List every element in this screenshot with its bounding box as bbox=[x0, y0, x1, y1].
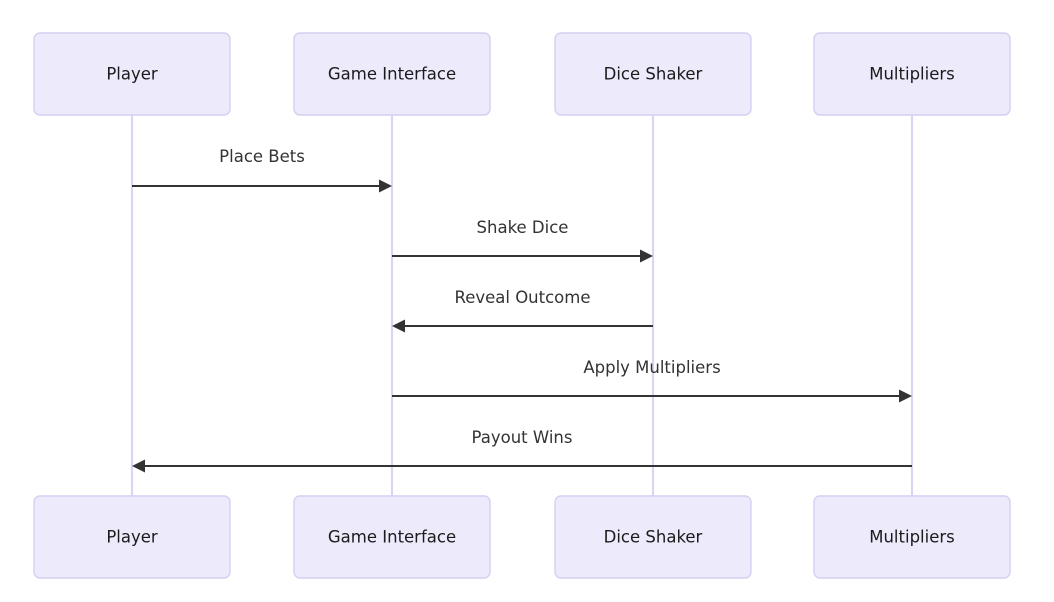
arrowhead-icon-shake-dice bbox=[640, 249, 653, 263]
arrowhead-icon-reveal-outcome bbox=[392, 319, 405, 333]
actor-label-dice-shaker-bottom: Dice Shaker bbox=[604, 528, 703, 547]
actor-game-interface-top[interactable]: Game Interface bbox=[293, 32, 491, 116]
arrowhead-icon-apply-multipliers bbox=[899, 389, 912, 403]
message-label-place-bets: Place Bets bbox=[219, 147, 305, 166]
actor-multipliers-top[interactable]: Multipliers bbox=[813, 32, 1011, 116]
actor-label-dice-shaker-top: Dice Shaker bbox=[604, 65, 703, 84]
message-label-shake-dice: Shake Dice bbox=[477, 218, 569, 237]
arrowhead-icon-place-bets bbox=[379, 179, 392, 193]
sequence-diagram-svg: Place Bets Shake Dice Reveal Outcome Apply … bbox=[33, 32, 1011, 579]
message-reveal-outcome[interactable]: Reveal Outcome bbox=[392, 288, 653, 333]
message-label-apply-multipliers: Apply Multipliers bbox=[583, 358, 720, 377]
actor-label-game-interface-top: Game Interface bbox=[328, 65, 456, 84]
arrowhead-icon-payout-wins bbox=[132, 459, 145, 473]
message-label-payout-wins: Payout Wins bbox=[472, 428, 573, 447]
actor-label-player-bottom: Player bbox=[106, 528, 158, 547]
message-label-reveal-outcome: Reveal Outcome bbox=[454, 288, 590, 307]
actor-label-multipliers-top: Multipliers bbox=[869, 65, 955, 84]
actor-label-multipliers-bottom: Multipliers bbox=[869, 528, 955, 547]
actor-game-interface-bottom[interactable]: Game Interface bbox=[293, 495, 491, 579]
actor-dice-shaker-top[interactable]: Dice Shaker bbox=[554, 32, 752, 116]
actor-player-top[interactable]: Player bbox=[33, 32, 231, 116]
actor-label-player-top: Player bbox=[106, 65, 158, 84]
actor-multipliers-bottom[interactable]: Multipliers bbox=[813, 495, 1011, 579]
actor-dice-shaker-bottom[interactable]: Dice Shaker bbox=[554, 495, 752, 579]
sequence-diagram-canvas: Place Bets Shake Dice Reveal Outcome Apply … bbox=[0, 0, 1054, 602]
message-payout-wins[interactable]: Payout Wins bbox=[132, 428, 912, 473]
message-shake-dice[interactable]: Shake Dice bbox=[392, 218, 653, 263]
messages-group: Place Bets Shake Dice Reveal Outcome Apply … bbox=[132, 147, 912, 473]
message-place-bets[interactable]: Place Bets bbox=[132, 147, 392, 193]
actor-label-game-interface-bottom: Game Interface bbox=[328, 528, 456, 547]
actor-player-bottom[interactable]: Player bbox=[33, 495, 231, 579]
